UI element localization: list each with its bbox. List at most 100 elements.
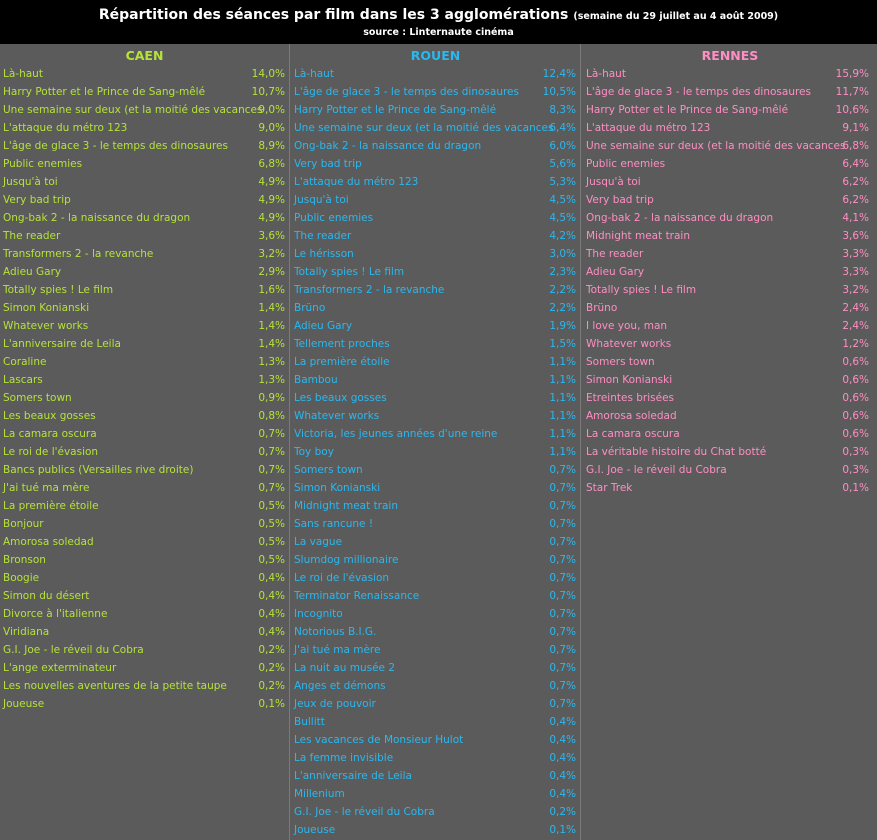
table-row: Là-haut 14,0% <box>0 65 289 83</box>
table-row: Public enemies 6,4% <box>583 155 877 173</box>
table-row: Simon Konianski 0,7% <box>291 479 580 497</box>
table-row: Adieu Gary 3,3% <box>583 263 877 281</box>
table-row: L'âge de glace 3 - le temps des dinosaur… <box>0 137 289 155</box>
film-title: Jeux de pouvoir <box>294 698 376 710</box>
film-title: The reader <box>586 248 644 260</box>
session-share: 9,0% <box>258 104 285 116</box>
film-title: J'ai tué ma mère <box>294 644 381 656</box>
session-share: 6,0% <box>549 140 576 152</box>
table-row: Anges et démons 0,7% <box>291 677 580 695</box>
table-row: Les nouvelles aventures de la petite tau… <box>0 677 289 695</box>
table-row: Lascars 1,3% <box>0 371 289 389</box>
session-share: 0,5% <box>258 500 285 512</box>
session-share: 1,3% <box>258 356 285 368</box>
chart-subtitle: (semaine du 29 juillet au 4 août 2009) <box>573 11 779 22</box>
column-header-caen: CAEN <box>125 48 164 63</box>
film-title: Totally spies ! Le film <box>586 284 697 296</box>
film-title: Joueuse <box>294 824 336 836</box>
film-title: La camara oscura <box>586 428 680 440</box>
table-row: J'ai tué ma mère 0,7% <box>0 479 289 497</box>
film-title: The reader <box>3 230 61 242</box>
session-share: 3,2% <box>258 248 285 260</box>
film-title: Sans rancune ! <box>294 518 374 530</box>
film-title: Coraline <box>3 356 47 368</box>
table-row: Une semaine sur deux (et la moitié des v… <box>291 119 580 137</box>
session-share: 1,4% <box>258 338 285 350</box>
film-title: La vague <box>294 536 343 548</box>
table-row: Harry Potter et le Prince de Sang-mêlé 10… <box>0 83 289 101</box>
table-row: Viridiana 0,4% <box>0 623 289 641</box>
session-share: 0,7% <box>549 482 576 494</box>
session-share: 3,0% <box>549 248 576 260</box>
table-row: Millenium 0,4% <box>291 785 580 803</box>
film-title: La camara oscura <box>3 428 97 440</box>
session-share: 10,5% <box>542 86 576 98</box>
film-title: Brüno <box>294 302 326 314</box>
table-row: Bronson 0,5% <box>0 551 289 569</box>
film-title: Totally spies ! Le film <box>3 284 114 296</box>
table-row: Simon Konianski 1,4% <box>0 299 289 317</box>
session-share: 0,3% <box>842 464 869 476</box>
table-row: Midnight meat train 0,7% <box>291 497 580 515</box>
film-title: Brüno <box>586 302 618 314</box>
session-share: 4,9% <box>258 212 285 224</box>
film-title: Là-haut <box>3 68 43 80</box>
table-row: Une semaine sur deux (et la moitié des v… <box>583 137 877 155</box>
film-title: Les beaux gosses <box>294 392 387 404</box>
film-title: Bonjour <box>3 518 44 530</box>
table-row: Simon du désert 0,4% <box>0 587 289 605</box>
session-share: 0,7% <box>258 446 285 458</box>
session-share: 0,7% <box>549 626 576 638</box>
table-row: Terminator Renaissance 0,7% <box>291 587 580 605</box>
film-title: Toy boy <box>294 446 334 458</box>
film-title: Les nouvelles aventures de la petite tau… <box>3 680 227 692</box>
film-title: Une semaine sur deux (et la moitié des v… <box>294 122 554 134</box>
film-title: Les beaux gosses <box>3 410 96 422</box>
session-share: 4,9% <box>258 194 285 206</box>
session-share: 0,7% <box>549 500 576 512</box>
session-share: 0,7% <box>549 644 576 656</box>
film-title: Terminator Renaissance <box>294 590 420 602</box>
table-row: L'attaque du métro 123 9,0% <box>0 119 289 137</box>
table-row: Etreintes brisées 0,6% <box>583 389 877 407</box>
film-title: Public enemies <box>586 158 666 170</box>
film-title: Boogie <box>3 572 40 584</box>
session-share: 4,9% <box>258 176 285 188</box>
film-title: La nuit au musée 2 <box>294 662 396 674</box>
session-share: 1,1% <box>549 410 576 422</box>
film-title: La première étoile <box>3 500 99 512</box>
film-title: Bullitt <box>294 716 325 728</box>
table-row: Very bad trip 6,2% <box>583 191 877 209</box>
session-share: 0,4% <box>258 626 285 638</box>
session-share: 3,3% <box>842 266 869 278</box>
table-row: Victoria, les jeunes années d'une reine 1… <box>291 425 580 443</box>
film-title: Viridiana <box>3 626 50 638</box>
film-title: Simon Konianski <box>586 374 673 386</box>
table-row: Une semaine sur deux (et la moitié des v… <box>0 101 289 119</box>
session-share: 8,3% <box>549 104 576 116</box>
session-share: 1,5% <box>549 338 576 350</box>
film-title: L'anniversaire de Leila <box>294 770 412 782</box>
session-share: 1,4% <box>258 302 285 314</box>
film-title: Simon Konianski <box>3 302 90 314</box>
film-title: Very bad trip <box>586 194 654 206</box>
session-share: 0,7% <box>258 464 285 476</box>
film-title: Harry Potter et le Prince de Sang-mêlé <box>586 104 789 116</box>
table-row: L'attaque du métro 123 5,3% <box>291 173 580 191</box>
column-caen: CAEN Là-haut 14,0% Harry Potter et le Prin… <box>0 44 290 840</box>
table-row: Somers town 0,9% <box>0 389 289 407</box>
film-title: Midnight meat train <box>294 500 399 512</box>
table-row: Bancs publics (Versailles rive droite) 0,… <box>0 461 289 479</box>
table-row: Joueuse 0,1% <box>291 821 580 839</box>
film-title: L'anniversaire de Leila <box>3 338 121 350</box>
film-title: Ong-bak 2 - la naissance du dragon <box>586 212 774 224</box>
session-share: 0,1% <box>549 824 576 836</box>
table-row: Totally spies ! Le film 1,6% <box>0 281 289 299</box>
session-share: 6,4% <box>842 158 869 170</box>
session-share: 2,9% <box>258 266 285 278</box>
film-title: Là-haut <box>586 68 626 80</box>
film-title: Anges et démons <box>294 680 386 692</box>
session-share: 0,7% <box>258 482 285 494</box>
film-title: Une semaine sur deux (et la moitié des v… <box>3 104 263 116</box>
session-share: 0,5% <box>258 536 285 548</box>
